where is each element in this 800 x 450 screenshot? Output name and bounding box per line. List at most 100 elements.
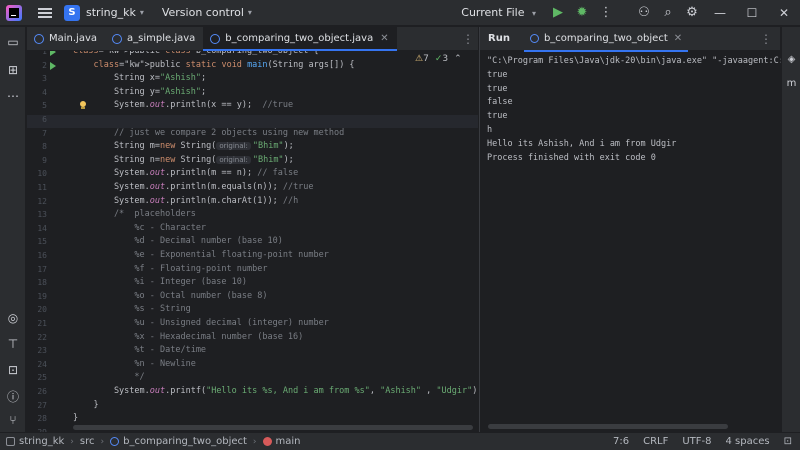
- settings-icon[interactable]: ⚙: [680, 0, 704, 26]
- line-number: 28: [37, 414, 47, 424]
- problems-icon[interactable]: ⓘ: [0, 383, 26, 409]
- line-number: 16: [37, 251, 47, 260]
- folder-icon[interactable]: ▭: [0, 29, 26, 55]
- tab-label: a_simple.java: [127, 33, 196, 44]
- code-line: /* placeholders: [73, 209, 196, 220]
- run-panel-title: Run: [488, 33, 510, 44]
- console-line: true: [487, 111, 508, 122]
- editor-tab-bar: Main.java a_simple.java b_comparing_two_…: [27, 27, 478, 51]
- chevron-down-icon[interactable]: ▾: [248, 8, 252, 17]
- close-tab-icon[interactable]: ✕: [380, 33, 388, 44]
- run-config-selector[interactable]: Current File ▾: [461, 6, 536, 19]
- java-class-icon: [210, 33, 221, 44]
- line-number: 15: [37, 237, 47, 247]
- chevron-right-icon: ›: [70, 436, 74, 447]
- file-encoding[interactable]: UTF-8: [682, 436, 711, 447]
- tab-b-comparing-two-object-java[interactable]: b_comparing_two_object.java ✕: [203, 27, 397, 51]
- breadcrumb-class[interactable]: b_comparing_two_object: [123, 436, 247, 447]
- maximize-icon[interactable]: ☐: [736, 0, 768, 26]
- warning-count: ⚠7: [415, 54, 429, 64]
- play-icon[interactable]: ▶: [546, 0, 570, 26]
- line-number: 5: [42, 101, 47, 111]
- code-line: System.out.println(x == y); //true: [73, 100, 294, 111]
- notifications-icon[interactable]: ◈: [782, 49, 800, 69]
- line-number: 11: [37, 183, 47, 192]
- line-number: 18: [37, 278, 47, 288]
- line-number: 23: [37, 346, 47, 356]
- chevron-up-icon[interactable]: ⌃: [454, 54, 462, 64]
- terminal-icon[interactable]: ⊡: [0, 357, 26, 383]
- status-bar: string_kk › src › b_comparing_two_object…: [0, 432, 800, 450]
- breadcrumb-src[interactable]: src: [80, 436, 95, 447]
- git-icon[interactable]: ⑂: [0, 407, 26, 433]
- more-icon[interactable]: ⋯: [0, 83, 26, 109]
- code-line: String y="Ashish";: [73, 86, 207, 97]
- breadcrumb-method[interactable]: main: [276, 436, 301, 447]
- chevron-right-icon: ›: [252, 436, 257, 447]
- line-number: 9: [42, 155, 47, 165]
- build-icon[interactable]: ⊤: [0, 331, 26, 357]
- hamburger-icon[interactable]: [38, 7, 52, 18]
- project-name[interactable]: string_kk: [86, 6, 136, 19]
- services-icon[interactable]: ◎: [0, 305, 26, 331]
- structure-icon[interactable]: ⊞: [0, 57, 26, 83]
- title-bar: S string_kk ▾ Version control ▾ Current …: [0, 0, 800, 26]
- debug-icon[interactable]: ✹: [570, 0, 594, 26]
- horizontal-scrollbar[interactable]: [73, 425, 473, 430]
- lightbulb-icon[interactable]: [79, 101, 87, 110]
- version-control-menu[interactable]: Version control: [162, 6, 244, 19]
- line-number: 4: [42, 87, 47, 97]
- line-number: 27: [37, 400, 47, 410]
- code-line: // just we compare 2 objects using new m…: [113, 127, 345, 138]
- search-icon[interactable]: ⌕: [656, 0, 680, 26]
- line-number: 13: [37, 210, 47, 220]
- add-user-icon[interactable]: ⚇: [632, 0, 656, 26]
- line-separator[interactable]: CRLF: [643, 436, 668, 447]
- line-number: 14: [37, 223, 47, 233]
- code-line: %n - Newline: [73, 358, 196, 369]
- close-icon[interactable]: ✕: [768, 0, 800, 26]
- line-number: 20: [37, 305, 47, 315]
- tab-a-simple-java[interactable]: a_simple.java: [105, 27, 203, 50]
- caret-position[interactable]: 7:6: [613, 436, 629, 447]
- inspection-widget[interactable]: ⚠7 ✓3 ⌃: [415, 54, 462, 64]
- java-class-icon: [112, 33, 123, 44]
- code-editor[interactable]: 1 2 3 4 5 6 7 8 9 10 11 12 13 14 15 16 17 18 19 20 21 22 23 24 2…: [27, 51, 478, 432]
- maven-icon[interactable]: m: [782, 73, 800, 93]
- project-icon: [6, 437, 15, 446]
- close-tab-icon[interactable]: ✕: [674, 33, 682, 44]
- console-line: Process finished with exit code 0: [487, 152, 656, 163]
- code-line: %s - String: [73, 304, 191, 315]
- lock-icon[interactable]: ⊡: [784, 436, 792, 447]
- console-line: true: [487, 69, 508, 80]
- line-number: 2: [42, 60, 47, 70]
- project-badge[interactable]: S: [64, 4, 80, 21]
- chevron-down-icon[interactable]: ▾: [140, 8, 144, 17]
- chevron-down-icon: ▾: [531, 9, 536, 18]
- run-gutter-icon[interactable]: [49, 61, 57, 70]
- line-number: 10: [37, 169, 47, 179]
- intellij-logo-icon: [6, 4, 22, 21]
- more-icon[interactable]: ⋮: [594, 0, 618, 26]
- breadcrumb: string_kk › src › b_comparing_two_object…: [6, 436, 301, 447]
- line-number: 6: [42, 115, 47, 124]
- current-line-highlight: [27, 115, 478, 128]
- horizontal-scrollbar[interactable]: [488, 424, 728, 429]
- code-line: %f - Floating-point number: [73, 263, 268, 274]
- run-gutter-icon[interactable]: [49, 51, 57, 56]
- right-tool-strip: ◈ m: [781, 27, 800, 432]
- more-icon[interactable]: ⋮: [458, 27, 478, 50]
- breadcrumb-project[interactable]: string_kk: [19, 436, 64, 447]
- code-line: %x - Hexadecimal number (base 16): [73, 331, 304, 342]
- run-tab[interactable]: b_comparing_two_object ✕: [523, 27, 689, 52]
- run-panel-header: Run b_comparing_two_object ✕ ⋮: [480, 27, 780, 52]
- more-icon[interactable]: ⋮: [760, 32, 772, 46]
- console-line: Hello its Ashish, And i am from Udgir: [487, 138, 677, 149]
- indent-setting[interactable]: 4 spaces: [726, 436, 770, 447]
- tab-main-java[interactable]: Main.java: [27, 27, 105, 50]
- code-line: System.out.println(m.equals(n)); //true: [73, 182, 314, 192]
- minimize-icon[interactable]: —: [704, 0, 736, 26]
- java-class-icon: [529, 34, 539, 43]
- code-line: %i - Integer (base 10): [73, 277, 247, 288]
- code-line: String n=new String(original: "Bhim");: [73, 154, 294, 165]
